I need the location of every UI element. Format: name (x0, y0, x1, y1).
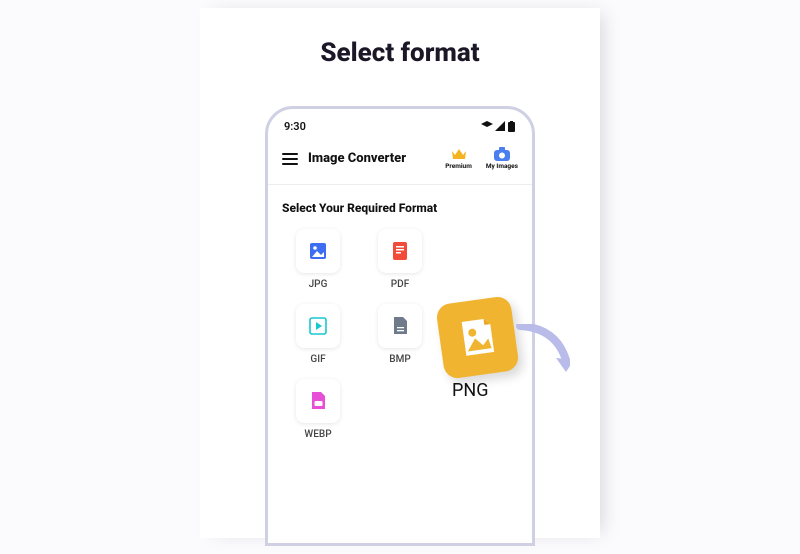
signal-icon (495, 121, 505, 131)
status-icons (481, 121, 516, 132)
format-gif[interactable]: GIF (286, 304, 350, 365)
file-icon (393, 317, 408, 335)
image-icon (309, 242, 327, 260)
document-icon (392, 242, 408, 260)
format-png[interactable] (435, 295, 520, 380)
premium-button[interactable]: Premium (445, 147, 472, 170)
format-label: BMP (389, 354, 410, 365)
format-png-label: PNG (452, 380, 488, 401)
app-title: Image Converter (308, 151, 445, 166)
format-pdf[interactable]: PDF (368, 229, 432, 290)
menu-button[interactable] (282, 153, 298, 165)
image-icon (455, 315, 500, 360)
section-title: Select Your Required Format (278, 185, 522, 229)
format-label: JPG (309, 279, 328, 290)
crown-icon (451, 147, 467, 161)
status-time: 9:30 (284, 120, 306, 133)
battery-icon (507, 121, 516, 132)
format-label: WEBP (304, 429, 331, 440)
format-label: GIF (310, 354, 325, 365)
file-icon (311, 392, 326, 410)
format-label: PDF (391, 279, 409, 290)
play-icon (309, 317, 327, 335)
format-webp[interactable]: WEBP (286, 379, 350, 440)
headline: Select format (320, 38, 479, 68)
my-images-button[interactable]: My Images (486, 147, 518, 170)
promo-card: Select format 9:30 Image Converter Premi… (200, 8, 600, 538)
format-bmp[interactable]: BMP (368, 304, 432, 365)
format-jpg[interactable]: JPG (286, 229, 350, 290)
premium-label: Premium (445, 162, 472, 170)
wifi-icon (481, 121, 493, 131)
my-images-label: My Images (486, 162, 518, 170)
app-top-bar: Image Converter Premium My Images (278, 135, 522, 184)
camera-icon (494, 147, 510, 161)
arrow-icon (516, 324, 570, 378)
status-bar: 9:30 (278, 115, 522, 135)
